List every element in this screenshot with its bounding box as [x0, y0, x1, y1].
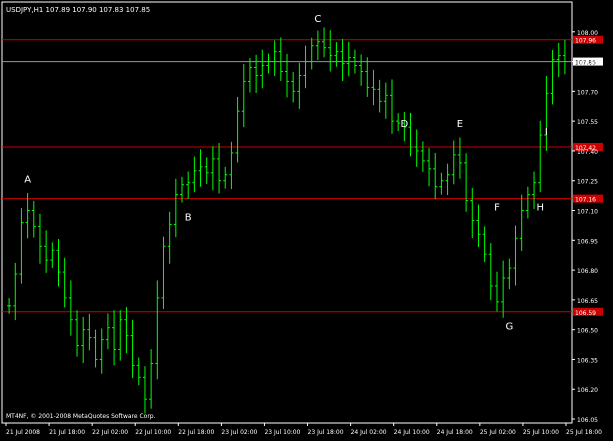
x-tick-label: 21 Jul 2008 [6, 429, 40, 436]
x-tick-label: 24 Jul 02:00 [351, 429, 387, 436]
level-tag: 106.59 [575, 310, 596, 317]
x-tick-label: 23 Jul 10:00 [264, 429, 300, 436]
point-label-f: F [494, 203, 500, 214]
x-tick-label: 24 Jul 10:00 [394, 429, 430, 436]
copyright-text: MT4NF, © 2001-2008 MetaQuotes Software C… [6, 413, 156, 420]
symbol-label: USDJPY,H1 107.89 107.90 107.83 107.85 [6, 6, 150, 14]
chart-svg[interactable]: 107.96107.42107.16106.59107.85 ABCD EFGHI… [0, 0, 613, 437]
y-tick-label: 107.55 [577, 119, 598, 126]
x-tick-label: 23 Jul 18:00 [308, 429, 344, 436]
y-tick-label: 106.65 [577, 298, 598, 305]
point-label-i: I [545, 127, 548, 138]
y-tick-label: 108.00 [577, 30, 598, 37]
y-tick-label: 107.10 [577, 209, 598, 216]
point-label-e: E [457, 119, 463, 130]
point-label-h: H [536, 203, 544, 214]
x-tick-label: 22 Jul 10:00 [135, 429, 171, 436]
point-label-a: A [24, 175, 31, 186]
x-tick-label: 25 Jul 02:00 [480, 429, 516, 436]
level-tag: 107.16 [575, 197, 596, 204]
time-axis: 21 Jul 2008 21 Jul 18:00 22 Jul 02:00 22 Ju… [5, 423, 602, 436]
x-tick-label: 24 Jul 18:00 [437, 429, 473, 436]
level-tag: 107.96 [575, 38, 596, 45]
y-tick-label: 107.70 [577, 89, 598, 96]
point-label-g: G [505, 322, 513, 333]
x-tick-label: 22 Jul 18:00 [178, 429, 214, 436]
x-tick-label: 25 Jul 18:00 [566, 429, 602, 436]
y-tick-label: 106.95 [577, 238, 598, 245]
price-axis: 108.00 107.85 107.70 107.55 107.40 107.25 107.… [572, 30, 598, 424]
y-tick-label: 107.85 [577, 60, 598, 67]
y-tick-label: 106.05 [577, 417, 598, 424]
point-label-c: C [314, 14, 321, 25]
x-tick-label: 25 Jul 10:00 [523, 429, 559, 436]
y-tick-label: 107.40 [577, 149, 598, 156]
y-tick-label: 107.25 [577, 179, 598, 186]
y-tick-label: 106.80 [577, 268, 598, 275]
price-chart[interactable]: 107.96 107.42 107.16 106.59 107.85 ABCDEFGHI… [0, 0, 613, 437]
x-tick-label: 22 Jul 02:00 [92, 429, 128, 436]
point-label-d: D [400, 119, 408, 130]
x-tick-label: 23 Jul 02:00 [221, 429, 257, 436]
x-tick-label: 21 Jul 18:00 [49, 429, 85, 436]
y-tick-label: 106.20 [577, 387, 598, 394]
y-tick-label: 106.50 [577, 328, 598, 335]
point-label-b: B [185, 212, 192, 223]
y-tick-label: 106.35 [577, 357, 598, 364]
